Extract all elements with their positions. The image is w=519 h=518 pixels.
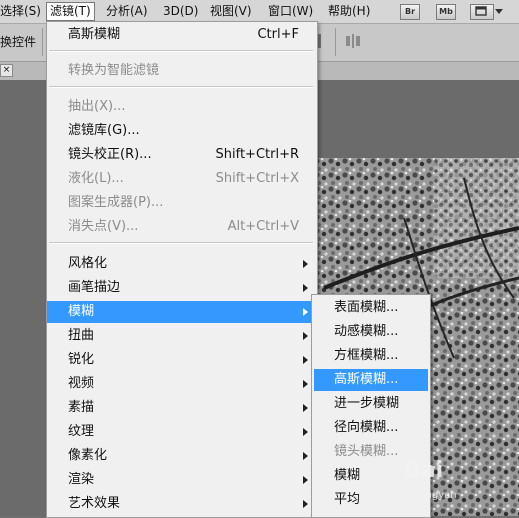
menu-item-liquify[interactable]: 液化(L)... Shift+Ctrl+X [47,168,317,190]
menu-separator [49,242,313,244]
menu-item-label: 模糊 [68,304,95,319]
submenu-arrow-icon [303,356,308,364]
submenu-item-average[interactable]: 平均 [312,489,430,511]
menu-item-convert-smart-filter[interactable]: 转换为智能滤镜 [47,60,317,82]
menu-item-brush-strokes[interactable]: 画笔描边 [47,277,317,299]
toolbar-label: 换控件 [0,35,37,49]
submenu-item-label: 高斯模糊... [334,372,399,387]
menu-separator [49,86,313,88]
screen-mode-icon [475,6,487,16]
menu-item-pattern-maker[interactable]: 图案生成器(P)... [47,192,317,214]
menu-item-sketch[interactable]: 素描 [47,397,317,419]
toolbar-divider [335,28,336,56]
menu-item-distort[interactable]: 扭曲 [47,325,317,347]
menu-item-sharpen[interactable]: 锐化 [47,349,317,371]
menu-item-label: 画笔描边 [68,280,121,295]
screen-mode-button[interactable] [470,4,494,20]
menu-item-label: 镜头校正(R)... [68,147,152,162]
menu-item-label: 渲染 [68,472,95,487]
submenu-item-surface-blur[interactable]: 表面模糊... [312,297,430,319]
menu-item-stylize[interactable]: 风格化 [47,253,317,275]
menu-item-shortcut: Shift+Ctrl+X [215,171,299,186]
menu-item-filter-gallery[interactable]: 滤镜库(G)... [47,120,317,142]
menu-item-artistic[interactable]: 艺术效果 [47,493,317,515]
submenu-arrow-icon [303,476,308,484]
menu-item-label: 艺术效果 [68,496,121,511]
menu-item-label: 转换为智能滤镜 [68,63,160,78]
align-icon[interactable] [318,34,321,48]
menu-item-lens-correction[interactable]: 镜头校正(R)... Shift+Ctrl+R [47,144,317,166]
menu-item-blur[interactable]: 模糊 [47,301,317,323]
submenu-arrow-icon [303,428,308,436]
submenu-item-label: 进一步模糊 [334,396,400,411]
menu-item-label: 图案生成器(P)... [68,195,164,210]
menu-item-last-filter[interactable]: 高斯模糊 Ctrl+F [47,24,317,46]
submenu-item-label: 平均 [334,492,361,507]
submenu-arrow-icon [303,452,308,460]
chevron-down-icon[interactable] [495,9,503,14]
submenu-arrow-icon [303,404,308,412]
submenu-item-label: 模糊 [334,468,361,483]
watermark-subtext: jingyan [420,490,457,501]
menu-item-label: 风格化 [68,256,108,271]
submenu-arrow-icon [303,308,308,316]
menu-3d[interactable]: 3D(D) [163,3,198,20]
submenu-item-blur-more[interactable]: 进一步模糊 [312,393,430,415]
menu-item-label: 纹理 [68,424,95,439]
submenu-arrow-icon [303,284,308,292]
menu-item-render[interactable]: 渲染 [47,469,317,491]
submenu-arrow-icon [303,332,308,340]
menu-item-vanishing-point[interactable]: 消失点(V)... Alt+Ctrl+V [47,216,317,238]
submenu-item-gaussian-blur[interactable]: 高斯模糊... [314,369,428,391]
blur-submenu: 表面模糊... 动感模糊... 方框模糊... 高斯模糊... 进一步模糊 径向… [311,294,431,518]
menu-item-label: 抽出(X)... [68,99,126,114]
menu-separator [49,50,313,52]
filter-menu: 高斯模糊 Ctrl+F 转换为智能滤镜 抽出(X)... 滤镜库(G)... 镜… [46,21,318,518]
menu-item-video[interactable]: 视频 [47,373,317,395]
distribute-icon[interactable] [345,32,361,54]
menu-item-label: 像素化 [68,448,108,463]
submenu-arrow-icon [303,500,308,508]
submenu-item-label: 径向模糊... [334,420,399,435]
menu-item-shortcut: Ctrl+F [257,27,299,42]
menu-item-label: 视频 [68,376,95,391]
menu-item-shortcut: Alt+Ctrl+V [227,219,299,234]
menu-select[interactable]: 选择(S) [0,3,41,20]
menu-item-pixelate[interactable]: 像素化 [47,445,317,467]
menu-item-label: 高斯模糊 [68,27,121,42]
mini-bridge-button[interactable]: Mb [436,4,456,20]
close-icon[interactable]: × [0,64,13,77]
submenu-item-box-blur[interactable]: 方框模糊... [312,345,430,367]
toolbar-divider [42,28,43,56]
submenu-arrow-icon [303,260,308,268]
submenu-item-label: 方框模糊... [334,348,399,363]
submenu-item-motion-blur[interactable]: 动感模糊... [312,321,430,343]
menu-item-label: 消失点(V)... [68,219,139,234]
submenu-item-label: 镜头模糊... [334,444,399,459]
watermark-logo: Bai [404,458,444,483]
submenu-item-radial-blur[interactable]: 径向模糊... [312,417,430,439]
menu-item-shortcut: Shift+Ctrl+R [215,147,300,162]
submenu-item-label: 动感模糊... [334,324,399,339]
menu-analysis[interactable]: 分析(A) [106,3,148,20]
menu-item-label: 滤镜库(G)... [68,123,140,138]
menu-item-texture[interactable]: 纹理 [47,421,317,443]
submenu-item-label: 表面模糊... [334,300,399,315]
menu-help[interactable]: 帮助(H) [328,3,370,20]
bridge-button[interactable]: Br [400,4,420,20]
menu-item-label: 素描 [68,400,95,415]
menu-view[interactable]: 视图(V) [210,3,252,20]
menu-window[interactable]: 窗口(W) [268,3,313,20]
menu-item-label: 扭曲 [68,328,95,343]
menu-item-label: 锐化 [68,352,95,367]
submenu-arrow-icon [303,380,308,388]
menu-filter[interactable]: 滤镜(T) [46,2,95,21]
menu-item-extract[interactable]: 抽出(X)... [47,96,317,118]
menu-item-label: 液化(L)... [68,171,124,186]
